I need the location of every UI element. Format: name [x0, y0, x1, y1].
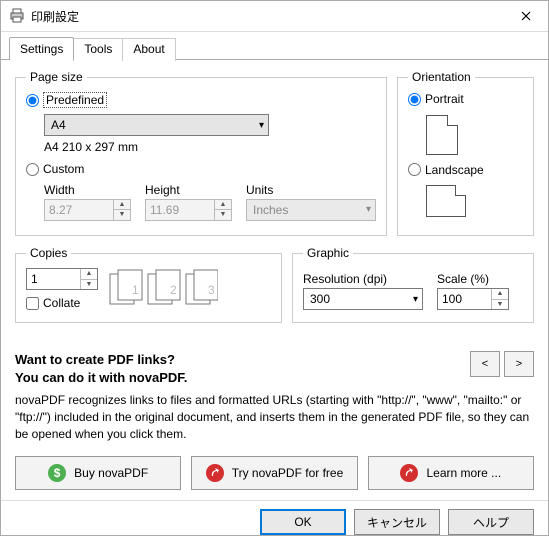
print-settings-window: 印刷設定 Settings Tools About Page size Pred…: [0, 0, 549, 536]
scale-input[interactable]: [438, 289, 491, 309]
portrait-icon: [426, 115, 458, 155]
tab-about-label: About: [133, 42, 164, 56]
chevron-down-icon: ▾: [366, 204, 371, 215]
close-button[interactable]: [503, 1, 548, 31]
tip-prev-label: <: [482, 358, 488, 370]
custom-radio[interactable]: Custom: [26, 162, 84, 176]
collate-checkbox-input[interactable]: [26, 297, 39, 310]
tip-title-line1: Want to create PDF links?: [15, 352, 175, 367]
height-input[interactable]: [146, 200, 214, 220]
tip-prev-button[interactable]: <: [470, 351, 500, 377]
portrait-radio[interactable]: Portrait: [408, 92, 464, 106]
predefined-radio-label: Predefined: [43, 92, 107, 108]
custom-radio-input[interactable]: [26, 163, 39, 176]
width-spinner[interactable]: ▲▼: [44, 199, 131, 221]
predefined-radio[interactable]: Predefined: [26, 92, 107, 108]
copies-group: Copies ▲▼ Collate: [15, 246, 282, 323]
scale-label: Scale (%): [437, 272, 509, 286]
help-label: ヘルプ: [473, 514, 509, 531]
height-spinner-buttons[interactable]: ▲▼: [214, 200, 231, 220]
width-label: Width: [44, 183, 131, 197]
dialog-footer: OK キャンセル ヘルプ: [1, 500, 548, 543]
tab-tools[interactable]: Tools: [73, 38, 123, 61]
ok-label: OK: [294, 515, 311, 529]
resolution-label: Resolution (dpi): [303, 272, 423, 286]
tab-tools-label: Tools: [84, 42, 112, 56]
tab-settings[interactable]: Settings: [9, 37, 74, 60]
scale-spinner[interactable]: ▲▼: [437, 288, 509, 310]
chevron-down-icon: ▾: [259, 120, 264, 131]
tip-next-label: >: [516, 358, 522, 370]
copies-spinner[interactable]: ▲▼: [26, 268, 98, 290]
svg-text:1: 1: [132, 283, 139, 297]
nova-icon: [206, 464, 224, 482]
orientation-group: Orientation Portrait Landscape: [397, 70, 534, 236]
tip-title-line2: You can do it with novaPDF.: [15, 370, 187, 385]
copies-legend: Copies: [26, 246, 71, 260]
cancel-label: キャンセル: [367, 514, 427, 531]
copies-spinner-buttons[interactable]: ▲▼: [80, 269, 97, 289]
copies-input[interactable]: [27, 269, 80, 289]
portrait-radio-label: Portrait: [425, 92, 464, 106]
graphic-group: Graphic Resolution (dpi) 300 ▾ Scale (%): [292, 246, 534, 323]
collate-pages-icon: 1 2 3: [108, 268, 218, 310]
printer-icon: [9, 8, 25, 24]
pagesize-legend: Page size: [26, 70, 87, 84]
custom-radio-label: Custom: [43, 162, 84, 176]
try-button[interactable]: Try novaPDF for free: [191, 456, 357, 490]
learn-button[interactable]: Learn more ...: [368, 456, 534, 490]
svg-text:3: 3: [208, 283, 215, 297]
units-value: Inches: [253, 203, 288, 217]
landscape-radio-label: Landscape: [425, 163, 484, 177]
titlebar: 印刷設定: [1, 1, 548, 32]
units-combo[interactable]: Inches ▾: [246, 199, 376, 221]
cancel-button[interactable]: キャンセル: [354, 509, 440, 535]
orientation-legend: Orientation: [408, 70, 475, 84]
width-input[interactable]: [45, 200, 113, 220]
learn-label: Learn more ...: [426, 466, 501, 480]
predefined-combo[interactable]: A4 ▾: [44, 114, 269, 136]
predefined-radio-input[interactable]: [26, 94, 39, 107]
try-label: Try novaPDF for free: [232, 466, 344, 480]
tab-about[interactable]: About: [122, 38, 175, 61]
height-spinner[interactable]: ▲▼: [145, 199, 232, 221]
tip-panel: Want to create PDF links? You can do it …: [15, 351, 534, 442]
window-title: 印刷設定: [31, 8, 503, 25]
resolution-combo[interactable]: 300 ▾: [303, 288, 423, 310]
predefined-value: A4: [51, 118, 66, 132]
collate-label: Collate: [43, 296, 80, 310]
scale-spinner-buttons[interactable]: ▲▼: [491, 289, 508, 309]
nova-icon: [400, 464, 418, 482]
width-spinner-buttons[interactable]: ▲▼: [113, 200, 130, 220]
dollar-icon: $: [48, 464, 66, 482]
units-label: Units: [246, 183, 376, 197]
tabstrip: Settings Tools About: [1, 32, 548, 60]
tip-title: Want to create PDF links? You can do it …: [15, 351, 187, 386]
promo-actions: $ Buy novaPDF Try novaPDF for free Learn…: [15, 456, 534, 490]
landscape-icon: [426, 185, 466, 217]
buy-label: Buy novaPDF: [74, 466, 148, 480]
tab-content: Page size Predefined A4 ▾ A4 210 x 297 m…: [1, 60, 548, 500]
tab-settings-label: Settings: [20, 42, 63, 56]
tip-body: novaPDF recognizes links to files and fo…: [15, 392, 534, 442]
chevron-down-icon: ▾: [413, 294, 418, 305]
portrait-radio-input[interactable]: [408, 93, 421, 106]
pagesize-group: Page size Predefined A4 ▾ A4 210 x 297 m…: [15, 70, 387, 236]
buy-button[interactable]: $ Buy novaPDF: [15, 456, 181, 490]
landscape-radio[interactable]: Landscape: [408, 163, 484, 177]
collate-checkbox[interactable]: Collate: [26, 296, 98, 310]
resolution-value: 300: [310, 292, 330, 306]
graphic-legend: Graphic: [303, 246, 353, 260]
help-button[interactable]: ヘルプ: [448, 509, 534, 535]
predefined-dimensions: A4 210 x 297 mm: [44, 140, 376, 154]
landscape-radio-input[interactable]: [408, 163, 421, 176]
height-label: Height: [145, 183, 232, 197]
ok-button[interactable]: OK: [260, 509, 346, 535]
tip-next-button[interactable]: >: [504, 351, 534, 377]
svg-text:2: 2: [170, 283, 177, 297]
